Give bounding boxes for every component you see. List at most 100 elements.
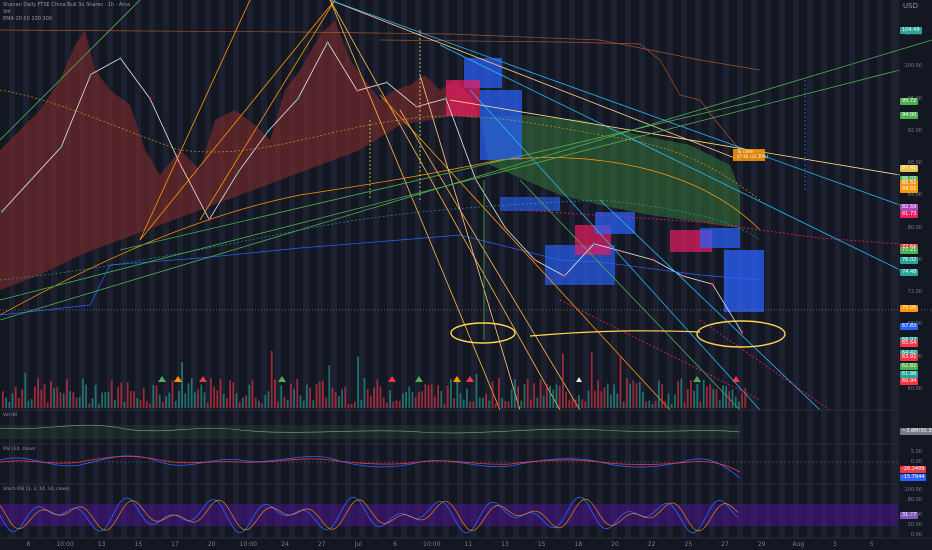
volume-bar — [661, 384, 663, 408]
volume-bar — [251, 380, 254, 408]
volume-bar — [491, 381, 494, 408]
volume-bar — [462, 399, 465, 408]
volume-bar — [133, 391, 135, 408]
volume-bar — [395, 400, 398, 408]
x-tick-label: 25 — [684, 541, 693, 548]
volume-bar — [334, 391, 337, 408]
volume-bar — [331, 388, 334, 408]
volume-bar — [293, 388, 295, 408]
volume-bar — [510, 389, 513, 408]
x-tick-label: 27 — [317, 541, 326, 548]
volume-bar — [117, 386, 119, 408]
volume-bar — [101, 392, 103, 408]
volume-bar — [24, 372, 27, 408]
volume-bar — [40, 389, 43, 408]
volume-bar — [72, 392, 75, 408]
volume-bar — [386, 402, 388, 408]
volume-bar — [318, 381, 321, 408]
volume-bar — [498, 378, 500, 408]
x-tick-label: 5 — [869, 541, 874, 548]
indicator-y-tick: 5.00 — [910, 449, 922, 455]
volume-bar — [258, 400, 260, 408]
volume-bar — [485, 393, 487, 408]
volume-bar — [62, 393, 65, 408]
volume-bar — [405, 392, 407, 408]
price-point — [444, 97, 448, 100]
volume-bar — [85, 384, 87, 408]
volume-bar — [213, 386, 215, 408]
volume-bar — [347, 403, 350, 408]
volume-bar — [670, 403, 673, 408]
volume-bar — [434, 396, 436, 408]
volume-bar — [43, 383, 46, 408]
volume-bar — [88, 403, 91, 408]
volume-bar — [27, 400, 30, 408]
volume-bar — [142, 387, 145, 408]
x-tick-label: 8 — [26, 541, 31, 548]
volume-bar — [181, 362, 183, 408]
volume-bar — [338, 395, 340, 408]
volume-bar — [437, 385, 439, 408]
x-tick-label: 15 — [134, 541, 143, 548]
price-point — [504, 226, 507, 229]
price-point — [681, 274, 684, 278]
price-point — [474, 178, 477, 181]
volume-bar — [738, 401, 740, 408]
volume-bar — [686, 388, 689, 408]
volume-bar — [504, 400, 507, 408]
indicator-2-title: RSI (14, close) — [3, 447, 36, 452]
volume-bar — [357, 356, 359, 408]
volume-bar — [200, 384, 203, 408]
x-tick-label: 27 — [721, 541, 729, 548]
volume-bar — [645, 401, 647, 408]
volume-bar — [517, 386, 519, 408]
x-tick-label: 17 — [171, 541, 179, 548]
volume-bar — [126, 382, 129, 408]
x-tick-label: 13 — [97, 541, 106, 548]
price-point — [326, 40, 329, 44]
volume-bar — [306, 384, 308, 408]
x-tick-label: 11 — [464, 541, 473, 548]
volume-bar — [501, 398, 503, 408]
volume-bar — [638, 382, 641, 408]
supply-zone-red-1 — [446, 80, 480, 116]
price-tag: 82.59 — [900, 203, 919, 211]
volume-bar — [658, 380, 660, 408]
volume-bar — [184, 393, 187, 408]
volume-bar — [277, 401, 279, 408]
volume-bar — [5, 397, 7, 408]
volume-bar — [610, 394, 612, 408]
price-point — [356, 89, 359, 92]
volume-bar — [110, 380, 113, 408]
x-tick-label: Jul — [354, 541, 362, 548]
volume-bar — [232, 382, 235, 408]
volume-bar — [206, 402, 209, 408]
indicator-y-tick: 20.00 — [907, 522, 922, 528]
volume-bar — [539, 379, 542, 408]
volume-bar — [59, 392, 62, 408]
volume-bar — [546, 384, 548, 408]
volume-bar — [66, 379, 68, 408]
volume-bar — [123, 401, 126, 408]
indicator-y-tick: 50.00 — [907, 512, 922, 518]
volume-bar — [450, 378, 452, 408]
volume-bar — [139, 400, 142, 408]
volume-bar — [402, 393, 404, 408]
volume-bar — [574, 399, 577, 408]
volume-bar — [459, 393, 462, 408]
price-point — [0, 210, 4, 213]
volume-bar — [744, 387, 747, 408]
price-chart[interactable] — [0, 0, 932, 550]
volume-bar — [219, 379, 222, 408]
volume-bar — [155, 385, 158, 408]
currency-label: USD — [903, 2, 918, 10]
x-tick-label: 6 — [393, 541, 397, 548]
volume-bar — [267, 391, 270, 408]
volume-bar — [312, 400, 315, 408]
price-tag: 84.81 — [900, 185, 919, 193]
volume-bar — [594, 390, 596, 408]
volume-bar — [14, 386, 17, 408]
x-tick-label: 10:00 — [239, 541, 257, 548]
price-point — [178, 161, 181, 165]
volume-bar — [325, 397, 327, 408]
